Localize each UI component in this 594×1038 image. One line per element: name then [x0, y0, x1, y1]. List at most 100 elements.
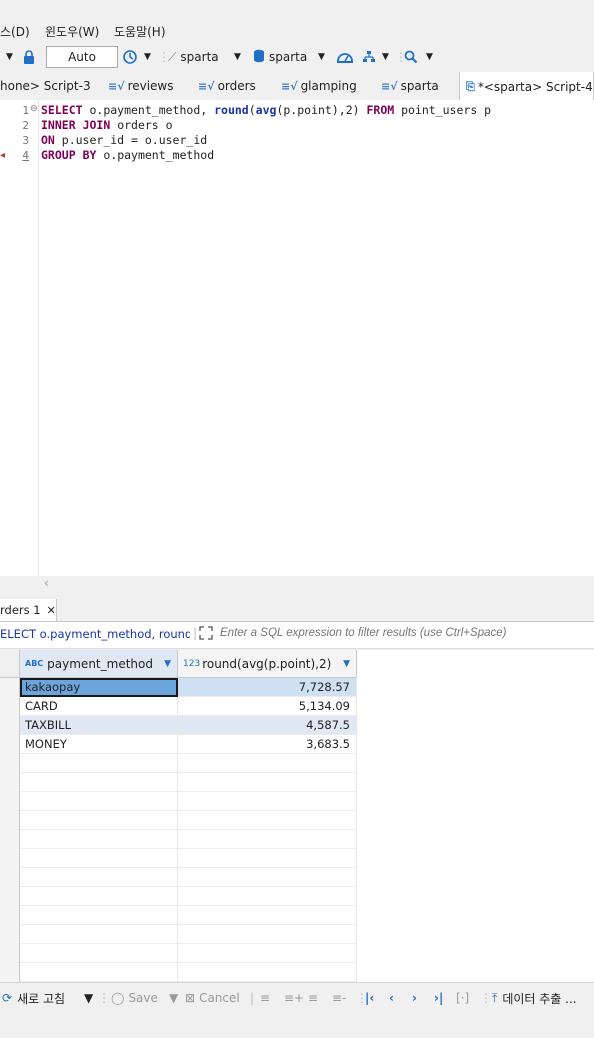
row-header[interactable]: [0, 830, 20, 850]
history-icon[interactable]: [122, 42, 138, 72]
datasource-selector[interactable]: ⟋ sparta: [168, 42, 219, 72]
schema-dropdown-icon[interactable]: ▼: [318, 42, 325, 72]
edit-row-icon[interactable]: ≡: [260, 983, 270, 1013]
cell-payment-method[interactable]: [20, 925, 178, 944]
row-header[interactable]: [0, 906, 20, 926]
sort-icon[interactable]: ▼: [343, 659, 350, 669]
dashboard-icon[interactable]: [336, 42, 354, 72]
row-header[interactable]: [0, 735, 20, 755]
cell-payment-method[interactable]: [20, 830, 178, 849]
row-header[interactable]: [0, 811, 20, 831]
tab-script-4[interactable]: ⎘ *<sparta> Script-4 ›: [459, 72, 594, 101]
row-header[interactable]: [0, 849, 20, 869]
menu-item-help[interactable]: 도움말(H): [114, 23, 166, 40]
scroll-left-icon[interactable]: ‹: [44, 576, 49, 590]
last-page-icon[interactable]: ›|: [434, 983, 443, 1013]
cell-round-avg[interactable]: 4,587.5: [178, 716, 357, 735]
cell-payment-method[interactable]: CARD: [20, 697, 178, 716]
refresh-dropdown-icon[interactable]: ▼: [84, 983, 93, 1013]
editor-horizontal-scrollbar[interactable]: ‹: [38, 576, 594, 592]
tab-orders[interactable]: ≡√ orders: [198, 72, 256, 100]
row-header[interactable]: [0, 697, 20, 717]
fold-icon[interactable]: ⊖: [30, 104, 38, 114]
grid-corner: [0, 650, 20, 678]
fetch-all-icon[interactable]: [·]: [456, 983, 469, 1013]
copy-row-icon[interactable]: ≡: [308, 983, 318, 1013]
menu-item-window[interactable]: 윈도우(W): [45, 23, 99, 40]
cell-payment-method[interactable]: [20, 887, 178, 906]
cell-round-avg[interactable]: [178, 887, 357, 906]
cell-round-avg[interactable]: 5,134.09: [178, 697, 357, 716]
row-header[interactable]: [0, 678, 20, 698]
row-header[interactable]: [0, 944, 20, 964]
cell-round-avg[interactable]: [178, 868, 357, 887]
tab-glamping[interactable]: ≡√ glamping: [281, 72, 357, 100]
next-page-icon[interactable]: ›: [412, 983, 417, 1013]
refresh-button[interactable]: ⟳ 새로 고침: [2, 983, 65, 1013]
cell-round-avg[interactable]: [178, 754, 357, 773]
commit-mode-box[interactable]: Auto: [46, 46, 118, 68]
cell-payment-method[interactable]: [20, 868, 178, 887]
cell-payment-method[interactable]: MONEY: [20, 735, 178, 754]
expand-icon[interactable]: [199, 626, 213, 643]
cell-round-avg[interactable]: [178, 811, 357, 830]
row-header[interactable]: [0, 792, 20, 812]
cell-round-avg[interactable]: [178, 906, 357, 925]
history-dropdown-icon[interactable]: ▼: [144, 42, 151, 72]
chevron-down-icon[interactable]: ▼: [6, 42, 13, 72]
delete-row-icon[interactable]: ≡-: [332, 983, 346, 1013]
row-header[interactable]: [0, 716, 20, 736]
tree-icon[interactable]: [362, 42, 376, 72]
cell-payment-method[interactable]: [20, 792, 178, 811]
menu-item-database[interactable]: 스(D): [0, 23, 30, 40]
cell-payment-method[interactable]: [20, 906, 178, 925]
row-header[interactable]: [0, 887, 20, 907]
tab-script-3[interactable]: hone> Script-3: [0, 72, 91, 100]
cell-payment-method[interactable]: [20, 773, 178, 792]
row-header[interactable]: [0, 963, 20, 983]
save-button[interactable]: ◯ Save: [111, 983, 158, 1013]
toolbar-separator: ⋮: [98, 991, 110, 1005]
cell-round-avg[interactable]: [178, 944, 357, 963]
cell-round-avg[interactable]: 7,728.57: [178, 678, 357, 697]
row-header[interactable]: [0, 868, 20, 888]
datasource-dropdown-icon[interactable]: ▼: [234, 42, 241, 72]
cell-round-avg[interactable]: [178, 773, 357, 792]
column-header-round-avg[interactable]: 123 round(avg(p.point),2) ▼: [178, 650, 357, 678]
row-header[interactable]: [0, 925, 20, 945]
cell-payment-method[interactable]: kakaopay: [20, 678, 178, 697]
cell-payment-method[interactable]: [20, 754, 178, 773]
cell-round-avg[interactable]: [178, 830, 357, 849]
search-dropdown-icon[interactable]: ▼: [426, 42, 433, 72]
filter-input[interactable]: [220, 627, 580, 639]
cell-round-avg[interactable]: [178, 963, 357, 982]
sql-editor[interactable]: ◂ 1 ⊖ 2 3 4 SELECT o.payment_method, rou…: [0, 100, 594, 576]
export-data-button[interactable]: ⤒ 데이터 추출 ...: [492, 983, 577, 1013]
tree-dropdown-icon[interactable]: ▼: [382, 42, 389, 72]
row-header[interactable]: [0, 773, 20, 793]
tab-reviews[interactable]: ≡√ reviews: [108, 72, 174, 100]
sort-icon[interactable]: ▼: [164, 659, 171, 669]
previous-page-icon[interactable]: ‹: [389, 983, 394, 1013]
cancel-button[interactable]: ⊠ Cancel: [185, 983, 240, 1013]
cell-payment-method[interactable]: [20, 811, 178, 830]
schema-selector[interactable]: sparta: [253, 42, 307, 72]
cell-round-avg[interactable]: [178, 792, 357, 811]
cell-round-avg[interactable]: [178, 925, 357, 944]
tab-results[interactable]: rders 1 ✕: [0, 599, 57, 621]
cell-round-avg[interactable]: 3,683.5: [178, 735, 357, 754]
lock-icon[interactable]: [22, 42, 36, 72]
column-header-payment-method[interactable]: ABC payment_method ▼: [20, 650, 178, 678]
save-dropdown-icon[interactable]: ▼: [169, 983, 178, 1013]
cell-payment-method[interactable]: [20, 944, 178, 963]
cell-payment-method[interactable]: [20, 963, 178, 982]
tab-sparta[interactable]: ≡√ sparta: [381, 72, 439, 100]
close-icon[interactable]: ✕: [47, 604, 56, 617]
first-page-icon[interactable]: |‹: [365, 983, 374, 1013]
cell-round-avg[interactable]: [178, 849, 357, 868]
add-row-icon[interactable]: ≡+: [284, 983, 304, 1013]
search-icon[interactable]: [404, 42, 418, 72]
cell-payment-method[interactable]: TAXBILL: [20, 716, 178, 735]
row-header[interactable]: [0, 754, 20, 774]
cell-payment-method[interactable]: [20, 849, 178, 868]
